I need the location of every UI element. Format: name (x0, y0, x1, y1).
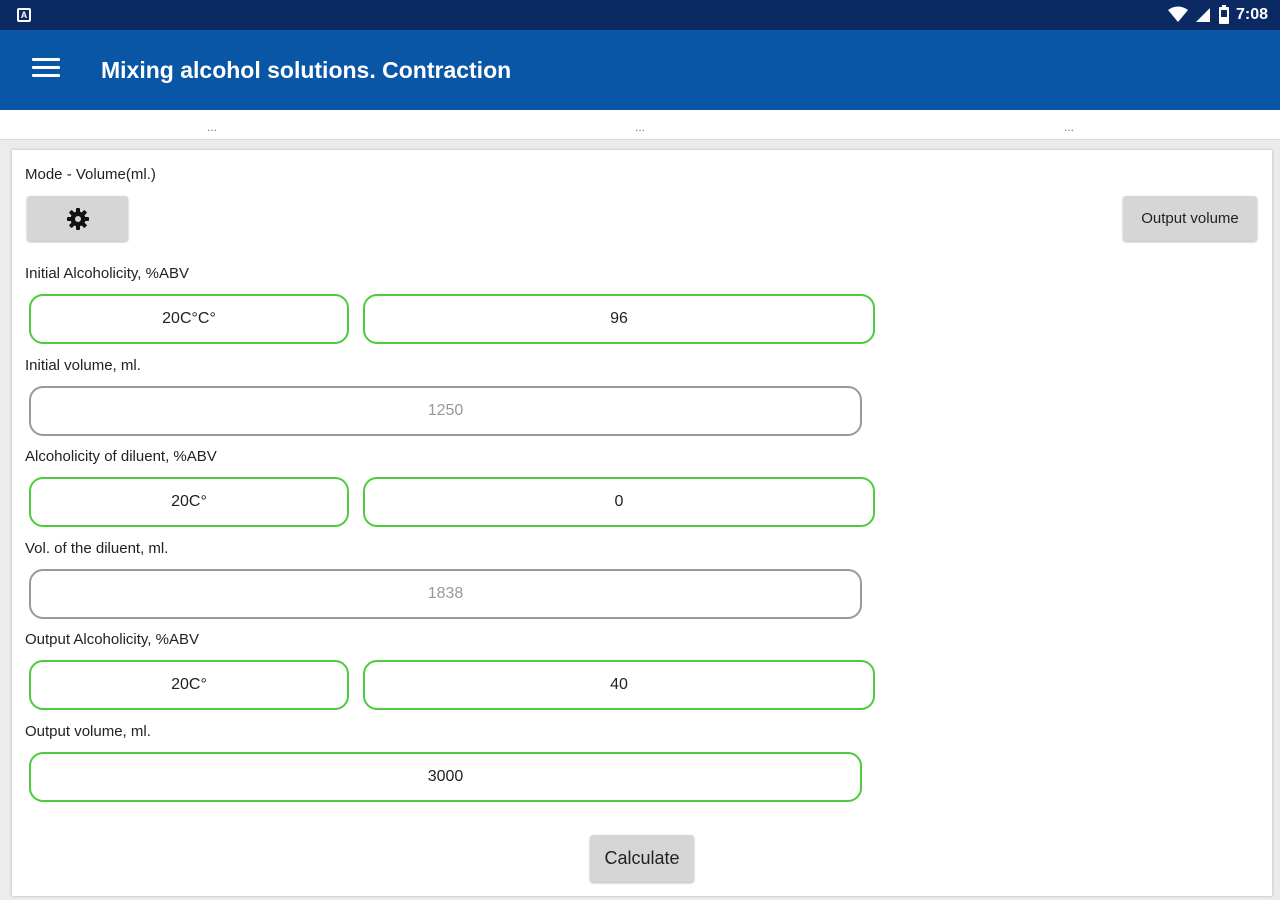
tab-placeholder-1[interactable]: ... (207, 120, 217, 134)
notification-icon: A (17, 8, 31, 22)
diluent-alcoholicity-field[interactable]: 0 (363, 477, 875, 527)
diluent-alcoholicity-label: Alcoholicity of diluent, %ABV (25, 448, 217, 465)
gear-icon (66, 207, 89, 230)
initial-alcoholicity-field[interactable]: 96 (363, 294, 875, 344)
menu-icon[interactable] (32, 58, 60, 82)
tab-placeholder-3[interactable]: ... (1064, 120, 1074, 134)
tab-placeholder-2[interactable]: ... (635, 120, 645, 134)
wifi-icon (1167, 6, 1188, 22)
diluent-temperature-field[interactable]: 20C° (29, 477, 349, 527)
output-alcoholicity-field[interactable]: 40 (363, 660, 875, 710)
initial-volume-label: Initial volume, ml. (25, 357, 141, 374)
tab-strip: ... ... ... (0, 110, 1280, 140)
output-volume-button[interactable]: Output volume (1123, 196, 1257, 241)
output-alcoholicity-label: Output Alcoholicity, %ABV (25, 631, 199, 648)
app-bar: Mixing alcohol solutions. Contraction (0, 30, 1280, 110)
battery-icon (1218, 5, 1229, 24)
status-time: 7:08 (1235, 6, 1268, 23)
page-title: Mixing alcohol solutions. Contraction (101, 57, 512, 83)
diluent-volume-field[interactable]: 1838 (29, 569, 862, 619)
initial-temperature-field[interactable]: 20C°C° (29, 294, 349, 344)
initial-alcoholicity-label: Initial Alcoholicity, %ABV (25, 265, 189, 282)
diluent-volume-label: Vol. of the diluent, ml. (25, 540, 169, 557)
status-bar: A 7:08 (0, 0, 1280, 30)
cell-signal-icon (1195, 8, 1210, 22)
status-icons: 7:08 (1167, 5, 1268, 25)
calculate-button[interactable]: Calculate (590, 835, 694, 882)
output-volume-field[interactable]: 3000 (29, 752, 862, 802)
settings-button[interactable] (27, 196, 128, 241)
mode-label: Mode - Volume(ml.) (25, 166, 156, 183)
output-temperature-field[interactable]: 20C° (29, 660, 349, 710)
form-card: Mode - Volume(ml.) Output volume Initial… (12, 150, 1272, 896)
initial-volume-field[interactable]: 1250 (29, 386, 862, 436)
output-volume-label: Output volume, ml. (25, 723, 151, 740)
